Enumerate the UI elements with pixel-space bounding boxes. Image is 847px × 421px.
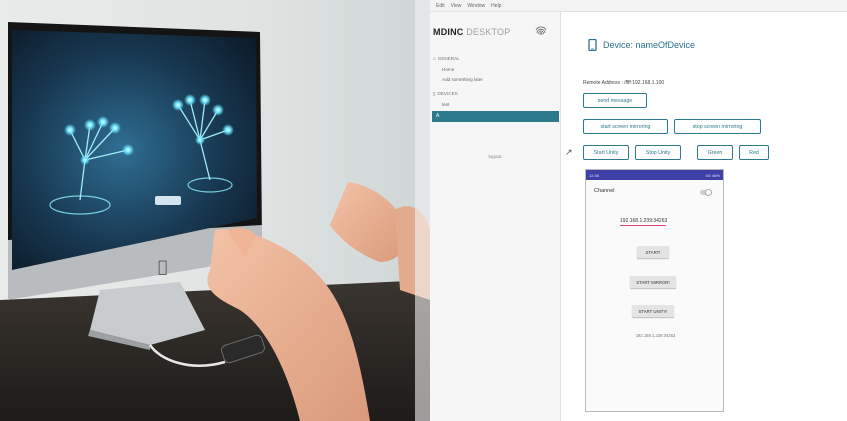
device-title: Device: nameOfDevice [603, 40, 696, 50]
phone-status-bar: 12:46 4G 46% [586, 170, 723, 180]
nav-group-label: DEVICES [437, 91, 458, 96]
phone-channel-title: Channel [594, 188, 615, 194]
fingerprint-icon[interactable] [534, 24, 548, 38]
stop-unity-button[interactable]: Stop Unity [635, 145, 681, 160]
menu-edit[interactable]: Edit [436, 3, 445, 9]
device-panel: Device: nameOfDevice Remote Address : /f… [561, 12, 847, 421]
phone-ip-input[interactable]: 192.168.1.239:34263 [620, 218, 667, 226]
nav-group-general: ⌂ GENERAL [433, 56, 460, 61]
phone-start-mirror-button[interactable]: START MIRROR! [630, 276, 676, 288]
start-unity-button[interactable]: Start Unity [583, 145, 629, 160]
mouse-cursor-icon: ↗ [565, 147, 573, 157]
menu-view[interactable]: View [451, 3, 462, 9]
desktop-app-window: Edit View Window Help MDINC DESKTOP ⌂ GEN… [430, 0, 847, 421]
nav-group-label: GENERAL [437, 56, 460, 61]
home-icon: ⌂ [433, 56, 436, 61]
stop-screen-mirroring-button[interactable]: stop screen mirroring [674, 119, 761, 134]
svg-text::  [158, 257, 168, 276]
sidebar-item-test[interactable]: test [442, 102, 449, 107]
phone-channel-toggle[interactable] [700, 189, 712, 196]
phone-start-button[interactable]: START! [637, 246, 669, 258]
sidebar-item-selected-device[interactable]: A [432, 111, 559, 122]
sidebar-item-add-later[interactable]: Add something later [442, 77, 483, 82]
leap-motion-photo:  [0, 0, 430, 421]
phone-mirror-view: 12:46 4G 46% Channel 192.168.1.239:34263… [585, 169, 724, 412]
sidebar-item-home[interactable]: Home [442, 67, 454, 72]
app-brand: MDINC DESKTOP [433, 27, 510, 37]
green-button[interactable]: Green [697, 145, 733, 160]
smartphone-icon [588, 39, 597, 51]
menu-help[interactable]: Help [491, 3, 501, 9]
app-name-light: DESKTOP [466, 27, 511, 37]
phone-status-signal: 4G 46% [705, 172, 720, 178]
nav-group-devices: ▯ DEVICES [433, 91, 458, 97]
menu-bar: Edit View Window Help [430, 0, 847, 12]
start-screen-mirroring-button[interactable]: start screen mirroring [583, 119, 668, 134]
toggle-knob [705, 189, 712, 196]
phone-ip-status: 192.168.1.239:34263 [635, 333, 676, 338]
device-header: Device: nameOfDevice [588, 39, 695, 51]
logout-link[interactable]: logout [430, 155, 560, 160]
phone-icon: ▯ [433, 91, 436, 96]
phone-status-time: 12:46 [589, 172, 600, 178]
sidebar: MDINC DESKTOP ⌂ GENERAL Home Add somethin… [430, 12, 561, 421]
red-button[interactable]: Red [739, 145, 769, 160]
remote-address: Remote Address : /ffff:192.168.1.100 [583, 80, 665, 86]
app-name-bold: MDINC [433, 27, 464, 37]
phone-start-unity-button[interactable]: START UNITY! [632, 305, 674, 317]
menu-window[interactable]: Window [467, 3, 485, 9]
send-message-button[interactable]: send message [583, 93, 647, 108]
